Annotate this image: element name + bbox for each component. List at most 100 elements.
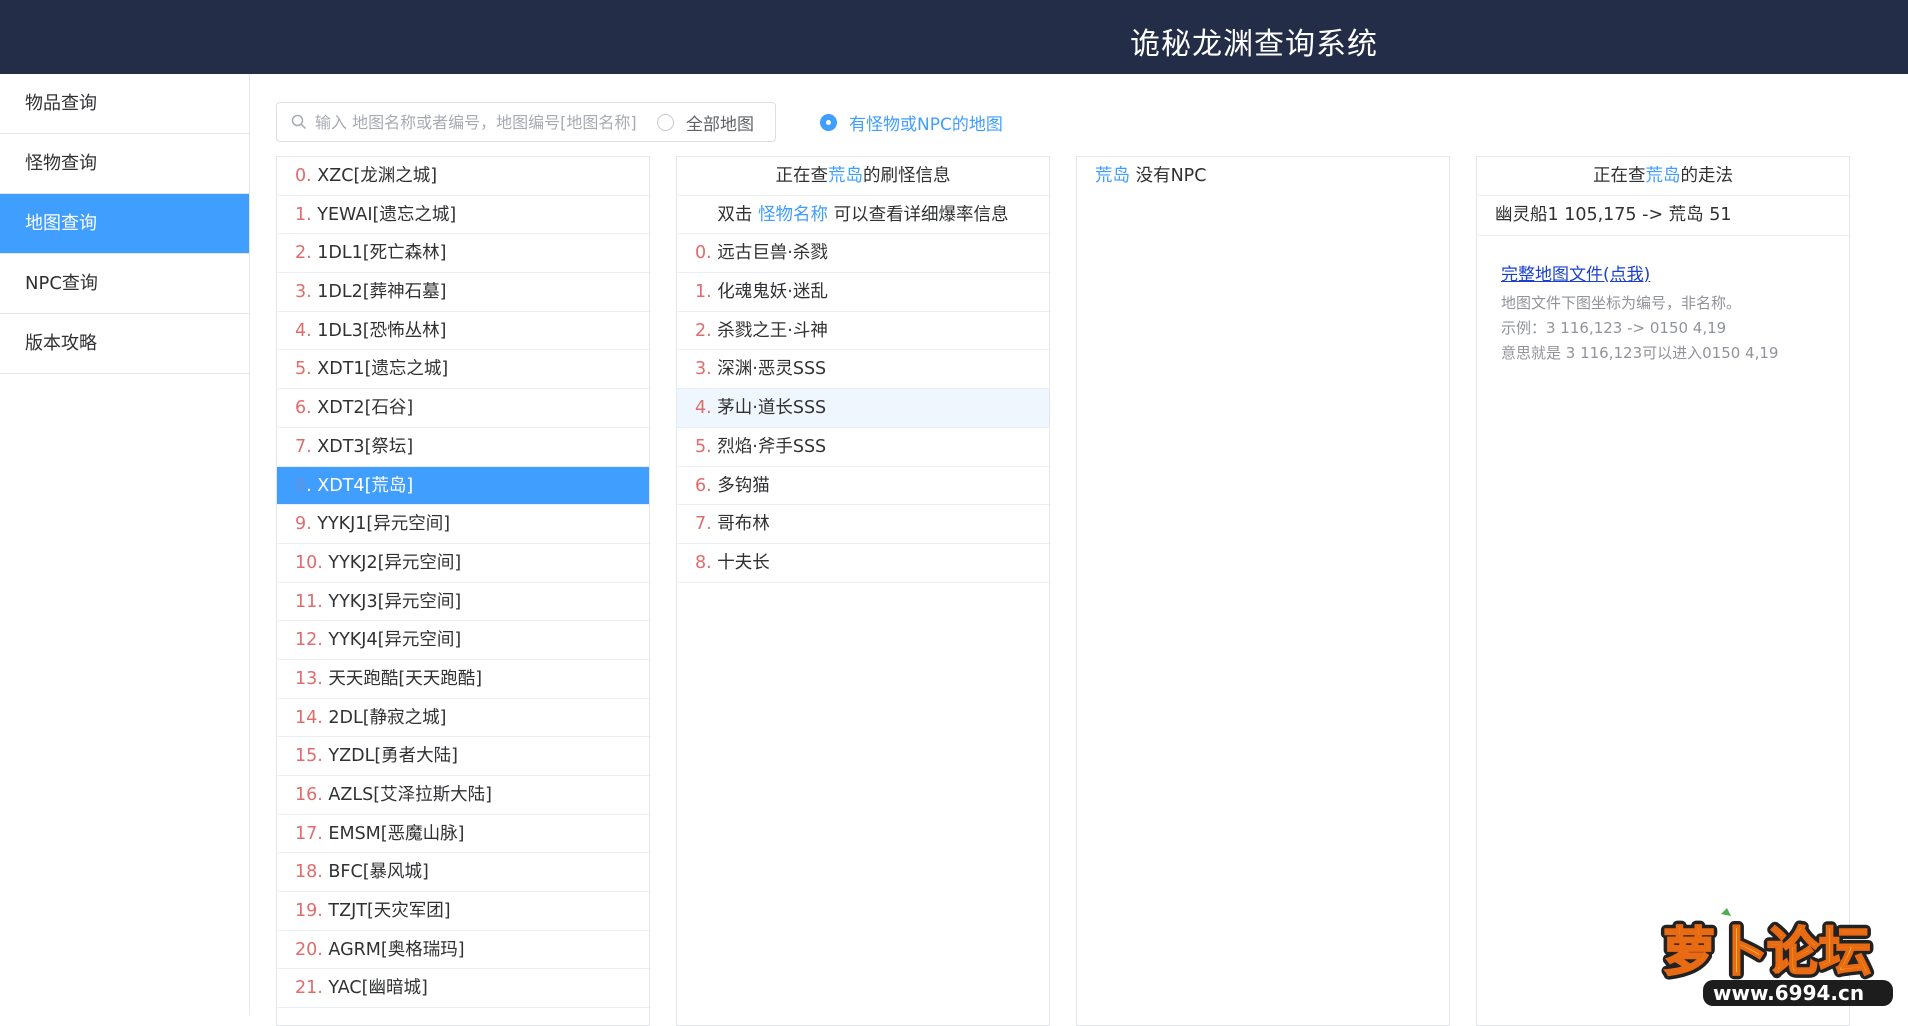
map-list-item[interactable]: 1. YEWAI[遗忘之城]	[277, 196, 649, 235]
svg-text:萝卜论坛: 萝卜论坛	[1663, 923, 1871, 983]
index-separator: .	[306, 166, 318, 186]
radio-label: 有怪物或NPC的地图	[849, 114, 1003, 135]
svg-text:www.6994.cn: www.6994.cn	[1713, 981, 1864, 1005]
monster-index: 0	[695, 243, 707, 264]
index-separator: .	[706, 436, 718, 457]
map-list-item[interactable]: 6. XDT2[石谷]	[277, 389, 649, 428]
map-index: 17	[295, 823, 318, 844]
radio-label: 全部地图	[686, 114, 754, 135]
map-name: YYKJ2[异元空间]	[328, 552, 462, 573]
index-separator: .	[306, 204, 318, 225]
index-separator: .	[317, 707, 329, 728]
map-list-item[interactable]: 20. AGRM[奥格瑞玛]	[277, 931, 649, 970]
map-list-item[interactable]: 7. XDT3[祭坛]	[277, 428, 649, 467]
monster-list-item[interactable]: 3. 深渊·恶灵SSS	[677, 350, 1049, 390]
index-separator: .	[317, 862, 329, 883]
map-list-item[interactable]: 10. YYKJ2[异元空间]	[277, 544, 649, 583]
monster-index: 2	[695, 320, 707, 341]
map-index: 21	[295, 978, 318, 999]
map-list-item[interactable]: 19. TZJT[天灾军团]	[277, 892, 649, 931]
sidebar-item[interactable]: 地图查询	[0, 194, 249, 254]
map-list-item[interactable]: 4. 1DL3[恐怖丛林]	[277, 312, 649, 351]
map-list-item[interactable]: 16. AZLS[艾泽拉斯大陆]	[277, 776, 649, 815]
map-name: YZDL[勇者大陆]	[328, 746, 458, 767]
map-index: 3	[295, 282, 307, 303]
page-title: 诡秘龙渊查询系统	[1130, 27, 1378, 62]
index-separator: .	[706, 359, 718, 380]
map-index: 8	[295, 475, 307, 496]
monster-list-item[interactable]: 0. 远古巨兽·杀戮	[677, 234, 1049, 274]
map-list-item[interactable]: 13. 天天跑酷[天天跑酷]	[277, 660, 649, 699]
index-separator: .	[317, 668, 329, 689]
top-header: 诡秘龙渊查询系统	[0, 0, 1908, 74]
map-list-item[interactable]: 2. 1DL1[死亡森林]	[277, 234, 649, 274]
monster-name: 深渊·恶灵SSS	[717, 359, 827, 380]
index-separator: .	[706, 282, 718, 303]
map-name: AZLS[艾泽拉斯大陆]	[328, 785, 492, 805]
monster-list-item[interactable]: 1. 化魂鬼妖·迷乱	[677, 273, 1049, 312]
sidebar-item[interactable]: 怪物查询	[0, 134, 249, 194]
map-list-item[interactable]: 9. YYKJ1[异元空间]	[277, 505, 649, 544]
monster-list-item[interactable]: 2. 杀戮之王·斗神	[677, 312, 1049, 351]
index-separator: .	[317, 978, 329, 999]
index-separator: .	[317, 552, 329, 573]
map-name: YYKJ1[异元空间]	[317, 514, 451, 535]
map-list-item[interactable]: 12. YYKJ4[异元空间]	[277, 621, 649, 660]
map-list-item[interactable]: 21. YAC[幽暗城]	[277, 969, 649, 1009]
monster-list-item[interactable]: 5. 烈焰·斧手SSS	[677, 428, 1049, 467]
header-suffix: 的刷怪信息	[863, 166, 951, 186]
map-name: XDT3[祭坛]	[317, 436, 414, 457]
monster-name: 多钩猫	[717, 475, 770, 496]
monster-name: 十夫长	[717, 552, 770, 573]
map-index: 6	[295, 398, 307, 419]
map-index: 15	[295, 746, 318, 767]
radio-maps-with-npc[interactable]: 有怪物或NPC的地图	[820, 108, 1003, 136]
sidebar-item[interactable]: 版本攻略	[0, 314, 249, 374]
sidebar-item[interactable]: NPC查询	[0, 254, 249, 314]
monster-list-item[interactable]: 6. 多钩猫	[677, 467, 1049, 506]
map-name: YAC[幽暗城]	[328, 978, 428, 999]
route-map-name: 荒岛	[1645, 166, 1681, 186]
monster-list-item[interactable]: 8. 十夫长	[677, 544, 1049, 583]
map-name: XDT1[遗忘之城]	[317, 359, 449, 380]
map-list-item[interactable]: 8. XDT4[荒岛]	[277, 466, 649, 506]
map-index: 14	[295, 707, 318, 728]
monster-panel-header: 正在查荒岛的刷怪信息	[677, 157, 1049, 196]
map-list-item[interactable]: 3. 1DL2[葬神石墓]	[277, 273, 649, 312]
monster-list-item[interactable]: 4. 茅山·道长SSS	[677, 389, 1049, 428]
route-panel: 正在查荒岛的走法 幽灵船1 105,175 -> 荒岛 51 完整地图文件(点我…	[1476, 156, 1850, 1026]
full-map-file-link[interactable]: 完整地图文件(点我)	[1501, 260, 1849, 285]
monster-name: 茅山·道长SSS	[717, 398, 827, 419]
map-list-item[interactable]: 14. 2DL[静寂之城]	[277, 699, 649, 738]
monster-list-item[interactable]: 7. 哥布林	[677, 505, 1049, 544]
map-list-item[interactable]: 0. XZC[龙渊之城]	[277, 157, 649, 196]
index-separator: .	[306, 436, 318, 457]
map-list-item[interactable]: 18. BFC[暴风城]	[277, 853, 649, 893]
monster-list: 0. 远古巨兽·杀戮 1. 化魂鬼妖·迷乱 2. 杀戮之王·斗神 3. 深渊·恶灵SS…	[677, 234, 1049, 583]
map-name: BFC[暴风城]	[328, 862, 429, 883]
index-separator: .	[317, 746, 329, 767]
header-suffix: 的走法	[1680, 166, 1734, 186]
map-list-item[interactable]: 11. YYKJ3[异元空间]	[277, 583, 649, 622]
radio-circle[interactable]	[657, 113, 674, 131]
map-name: YEWAI[遗忘之城]	[317, 204, 457, 225]
sidebar-item[interactable]: 物品查询	[0, 74, 249, 134]
map-name: AGRM[奥格瑞玛]	[328, 939, 465, 960]
map-list-item[interactable]: 17. EMSM[恶魔山脉]	[277, 815, 649, 854]
map-list-item[interactable]: 5. XDT1[遗忘之城]	[277, 350, 649, 390]
monster-panel: 正在查荒岛的刷怪信息 双击 怪物名称 可以查看详细爆率信息 0. 远古巨兽·杀戮…	[676, 156, 1050, 1026]
index-separator: .	[706, 398, 718, 419]
monster-index: 4	[695, 398, 707, 419]
radio-circle[interactable]	[820, 113, 837, 131]
tip-monster-name: 怪物名称	[758, 204, 828, 225]
map-list-item[interactable]: 15. YZDL[勇者大陆]	[277, 737, 649, 776]
map-name: 1DL2[葬神石墓]	[317, 282, 447, 303]
map-index: 9	[295, 514, 307, 535]
radio-all-maps[interactable]: 全部地图	[657, 108, 754, 136]
npc-panel-header: 荒岛 没有NPC	[1077, 157, 1449, 196]
monster-index: 5	[695, 436, 707, 457]
map-index: 0	[295, 166, 307, 186]
map-index: 2	[295, 243, 307, 264]
map-index: 1	[295, 204, 307, 225]
map-name: XDT2[石谷]	[317, 398, 414, 419]
